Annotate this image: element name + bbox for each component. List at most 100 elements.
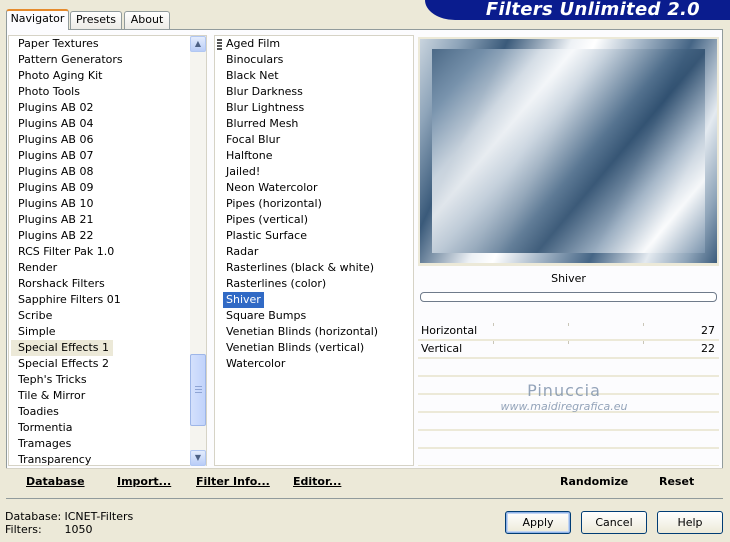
category-item[interactable]: Special Effects 1 (11, 340, 114, 356)
parameter-area: Horizontal 27 Vertical 22 (418, 323, 719, 466)
help-button[interactable]: Help (657, 511, 723, 534)
filter-item[interactable]: Venetian Blinds (horizontal) (223, 324, 381, 340)
database-value: ICNET-Filters (64, 510, 134, 523)
slider-tick (568, 341, 569, 344)
param-label: Horizontal (421, 324, 478, 337)
category-item[interactable]: Rorshack Filters (11, 276, 109, 292)
randomize-button[interactable]: Randomize (560, 474, 628, 490)
category-item[interactable]: Tramages (11, 436, 75, 452)
category-item[interactable]: Pattern Generators (11, 52, 127, 68)
category-item[interactable]: Plugins AB 02 (11, 100, 97, 116)
category-item[interactable]: Tormentia (11, 420, 76, 436)
category-item[interactable]: Photo Aging Kit (11, 68, 106, 84)
slider-tick (568, 323, 569, 326)
category-item[interactable]: Tile & Mirror (11, 388, 89, 404)
filter-item[interactable]: Square Bumps (223, 308, 309, 324)
param-row-empty (418, 449, 719, 465)
param-row-empty (418, 413, 719, 429)
category-item[interactable]: RCS Filter Pak 1.0 (11, 244, 118, 260)
filter-item[interactable]: Halftone (223, 148, 276, 164)
filter-item[interactable]: Shiver (223, 292, 264, 308)
filter-item[interactable]: Blur Darkness (223, 84, 306, 100)
param-row-horizontal[interactable]: Horizontal 27 (418, 323, 719, 339)
scroll-up-icon[interactable]: ▲ (190, 36, 206, 52)
filter-item[interactable]: Blur Lightness (223, 100, 307, 116)
filter-item[interactable]: Rasterlines (black & white) (223, 260, 377, 276)
tab-navigator[interactable]: Navigator (6, 9, 69, 30)
param-row-empty (418, 377, 719, 393)
filter-item[interactable]: Pipes (horizontal) (223, 196, 325, 212)
category-item[interactable]: Paper Textures (11, 36, 103, 52)
category-item[interactable]: Photo Tools (11, 84, 84, 100)
param-row-empty (418, 359, 719, 375)
category-item[interactable]: Plugins AB 09 (11, 180, 97, 196)
grip-line (195, 392, 202, 393)
category-item[interactable]: Sapphire Filters 01 (11, 292, 125, 308)
apply-button[interactable]: Apply (505, 511, 571, 534)
status-info: Database: ICNET-Filters Filters: 1050 (5, 510, 133, 536)
category-item[interactable]: Special Effects 2 (11, 356, 113, 372)
category-item[interactable]: Plugins AB 07 (11, 148, 97, 164)
filter-item[interactable]: Black Net (223, 68, 282, 84)
category-item[interactable]: Toadies (11, 404, 63, 420)
tab-presets[interactable]: Presets (70, 11, 122, 29)
scroll-thumb[interactable] (190, 354, 206, 426)
action-bar: Database Import... Filter Info... Editor… (6, 468, 723, 498)
filter-item[interactable]: Venetian Blinds (vertical) (223, 340, 367, 356)
category-item[interactable]: Transparency (11, 452, 95, 465)
reset-button[interactable]: Reset (659, 474, 694, 490)
scroll-down-icon[interactable]: ▼ (190, 450, 206, 466)
slider-tick (493, 323, 494, 326)
filter-item[interactable]: Jailed! (223, 164, 263, 180)
editor-button[interactable]: Editor... (293, 474, 341, 490)
filter-item[interactable]: Pipes (vertical) (223, 212, 311, 228)
grip-line (195, 389, 202, 390)
category-item[interactable]: Simple (11, 324, 60, 340)
category-item[interactable]: Scribe (11, 308, 56, 324)
param-value: 22 (701, 342, 715, 355)
filter-item[interactable]: Plastic Surface (223, 228, 310, 244)
param-value: 27 (701, 324, 715, 337)
filter-list[interactable]: Aged Film Binoculars Black Net Blur Darknes… (214, 35, 414, 466)
tab-about[interactable]: About (124, 11, 170, 29)
filter-item[interactable]: Binoculars (223, 52, 286, 68)
param-row-empty (418, 395, 719, 411)
cancel-button[interactable]: Cancel (581, 511, 647, 534)
filter-info-button[interactable]: Filter Info... (196, 474, 270, 490)
filter-item[interactable]: Aged Film (223, 36, 283, 52)
category-item[interactable]: Plugins AB 08 (11, 164, 97, 180)
slider-tick (643, 341, 644, 344)
database-button[interactable]: Database (26, 474, 85, 490)
filter-item[interactable]: Watercolor (223, 356, 288, 372)
category-item[interactable]: Plugins AB 21 (11, 212, 97, 228)
slider-tick (643, 323, 644, 326)
category-item[interactable]: Plugins AB 10 (11, 196, 97, 212)
category-item[interactable]: Teph's Tricks (11, 372, 91, 388)
slider-tick (493, 341, 494, 344)
preview-image-inner (432, 49, 705, 253)
category-item[interactable]: Plugins AB 06 (11, 132, 97, 148)
param-row-empty (418, 431, 719, 447)
category-list[interactable]: Paper Textures Pattern Generators Photo Ag… (8, 35, 207, 466)
param-label: Vertical (421, 342, 463, 355)
filter-item[interactable]: Focal Blur (223, 132, 283, 148)
category-item[interactable]: Render (11, 260, 61, 276)
import-button[interactable]: Import... (117, 474, 171, 490)
category-scrollbar[interactable]: ▲ ▼ (190, 36, 206, 466)
grip-line (195, 386, 202, 387)
filters-count-value: 1050 (64, 523, 93, 536)
filter-item[interactable]: Radar (223, 244, 261, 260)
app-title: Filters Unlimited 2.0 (485, 0, 700, 20)
category-item[interactable]: Plugins AB 22 (11, 228, 97, 244)
filter-item[interactable]: Blurred Mesh (223, 116, 301, 132)
filter-item[interactable]: Rasterlines (color) (223, 276, 329, 292)
category-item[interactable]: Plugins AB 04 (11, 116, 97, 132)
title-banner: Filters Unlimited 2.0 (425, 0, 730, 20)
filters-count-label: Filters: (5, 523, 42, 536)
param-row-vertical[interactable]: Vertical 22 (418, 341, 719, 357)
database-label: Database: (5, 510, 62, 523)
filter-item[interactable]: Neon Watercolor (223, 180, 321, 196)
list-marker-icon (217, 39, 222, 50)
selected-filter-name: Shiver (551, 272, 586, 285)
progress-bar (420, 292, 717, 302)
